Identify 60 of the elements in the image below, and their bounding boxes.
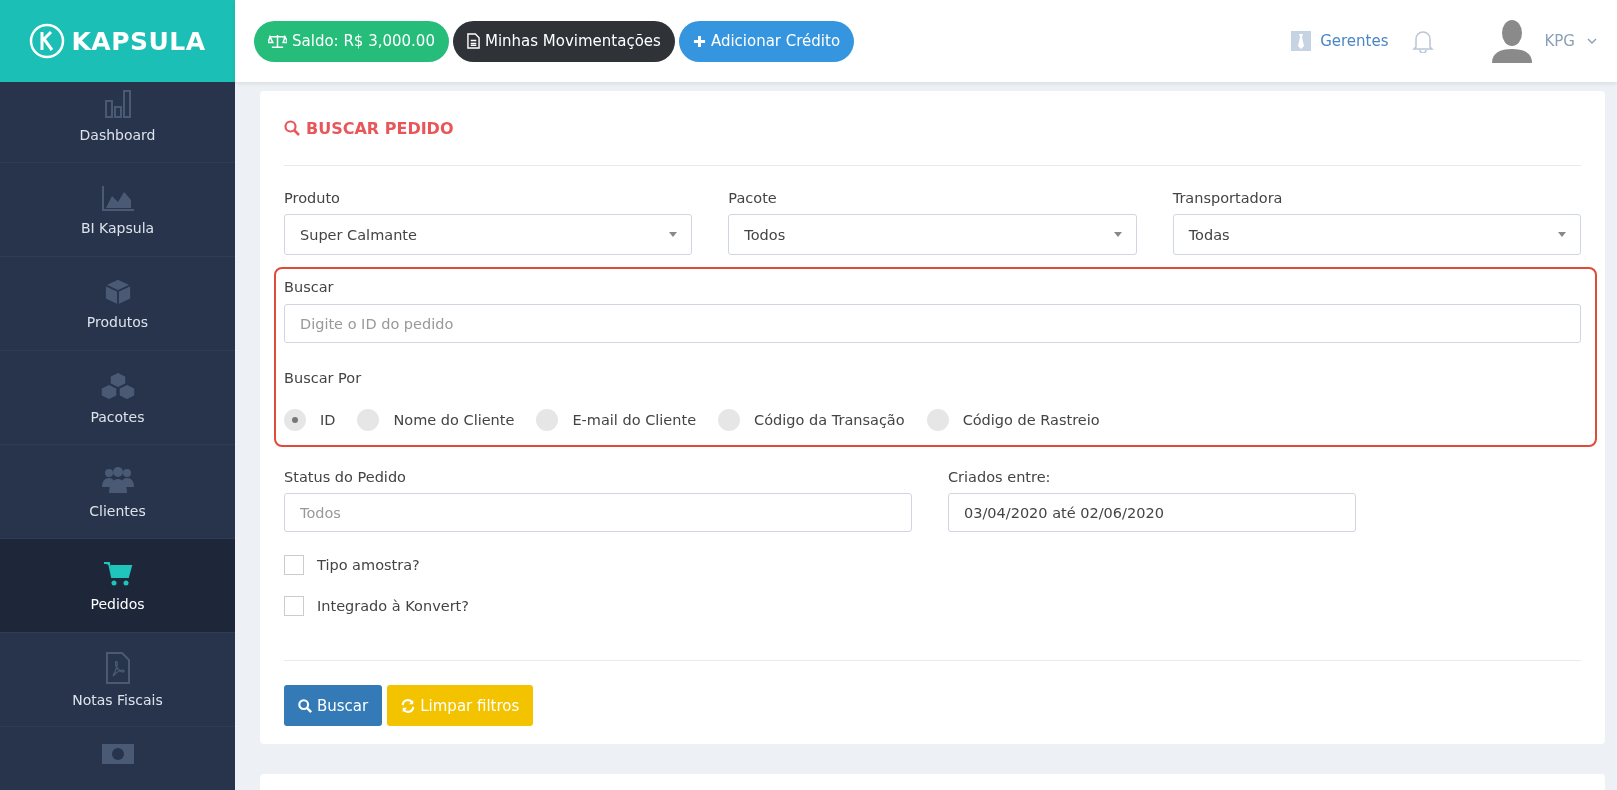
status-field[interactable]: Todos <box>284 493 912 532</box>
sidebar-item[interactable]: Notas Fiscais <box>0 633 235 727</box>
sidebar-item[interactable]: Dashboard <box>0 69 235 163</box>
field-label: Criados entre: <box>948 469 1052 485</box>
refresh-icon <box>401 698 416 713</box>
radio-button[interactable] <box>536 409 559 431</box>
radio-button[interactable] <box>357 409 380 431</box>
radio-option[interactable]: ID <box>284 409 336 431</box>
chevron-down-icon <box>1587 38 1597 44</box>
plus-icon <box>692 34 706 48</box>
dropdown[interactable]: Todas <box>1172 214 1581 255</box>
dropdown[interactable]: Super Calmante <box>284 214 693 255</box>
field-label: Pacote <box>728 190 778 206</box>
caret-icon <box>1558 232 1566 237</box>
checkbox-option[interactable]: Integrado à Konvert? <box>284 585 1581 626</box>
tie-icon <box>1291 31 1312 51</box>
bar-chart-icon <box>102 88 133 119</box>
checkbox[interactable] <box>284 554 304 575</box>
avatar-icon <box>1492 19 1533 63</box>
caret-icon <box>669 232 678 237</box>
date-range-field[interactable]: 03/04/2020 até 02/06/2020 <box>948 493 1356 532</box>
cube-icon <box>103 277 132 306</box>
radio-button[interactable] <box>284 409 306 431</box>
logo-icon <box>29 23 66 59</box>
checkbox[interactable] <box>284 595 304 616</box>
bell-icon[interactable] <box>1412 29 1435 53</box>
sidebar-item[interactable]: BI Kapsula <box>0 163 235 257</box>
search-button[interactable]: Buscar <box>284 685 383 726</box>
sidebar-item[interactable]: Produtos <box>0 257 235 351</box>
radio-button[interactable] <box>926 409 949 431</box>
pdf-file-icon <box>104 651 131 684</box>
scale-icon <box>268 33 287 49</box>
search-icon <box>284 120 300 136</box>
caret-icon <box>1113 232 1122 237</box>
managers-link[interactable]: Gerentes <box>1291 31 1389 51</box>
radio-button[interactable] <box>718 409 741 431</box>
field-label: Buscar <box>284 279 335 295</box>
dropdown[interactable]: Todos <box>728 214 1137 255</box>
cart-icon <box>102 559 133 588</box>
field-label: Transportadora <box>1172 190 1284 206</box>
field-label: Produto <box>284 190 341 206</box>
search-field[interactable]: Digite o ID do pedido <box>284 304 1581 343</box>
card-title: BUSCAR PEDIDO <box>306 118 454 138</box>
sidebar-item[interactable]: Pacotes <box>0 351 235 445</box>
field-label: Buscar Por <box>284 370 363 386</box>
radio-option[interactable]: Código da Transação <box>718 409 905 431</box>
statement-button[interactable]: Minhas Movimentações <box>452 20 675 62</box>
document-icon <box>466 33 480 49</box>
radio-option[interactable]: Nome do Cliente <box>357 409 515 431</box>
area-chart-icon <box>100 183 135 212</box>
brand-name: KAPSULA <box>71 26 206 56</box>
users-icon <box>100 464 135 495</box>
sidebar-item[interactable]: Pedidos <box>0 539 235 633</box>
banknote-icon <box>100 743 135 765</box>
radio-option[interactable]: Código de Rastreio <box>926 409 1100 431</box>
cubes-icon <box>99 370 136 401</box>
field-label: Status do Pedido <box>284 469 407 485</box>
checkbox-option[interactable]: Tipo amostra? <box>284 544 1581 585</box>
search-icon <box>298 698 312 713</box>
radio-option[interactable]: E-mail do Cliente <box>536 409 697 431</box>
